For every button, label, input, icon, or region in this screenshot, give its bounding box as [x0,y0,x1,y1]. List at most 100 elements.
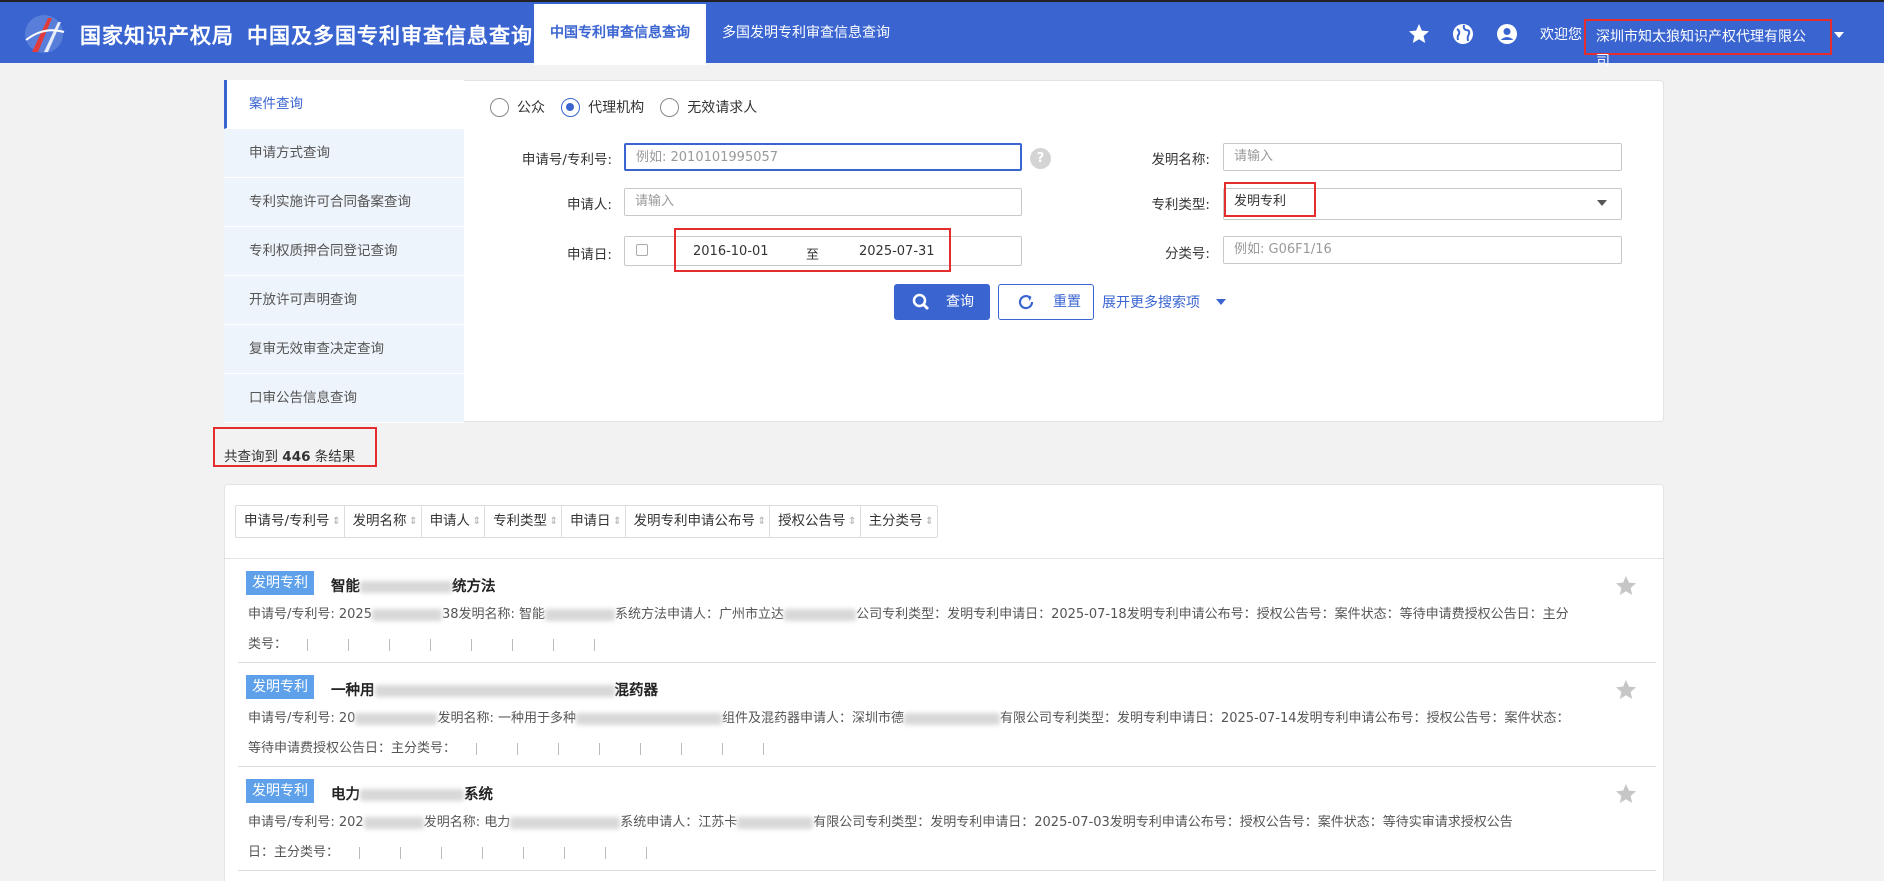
result-title[interactable]: 智能 统方法 [331,575,496,596]
desc-text: 日：主分类号： [248,845,340,860]
highlight-box [1224,182,1316,217]
desc-text: 有限公司专利类型：发明专利申请日：2025-07-14发明专利申请公布号：授权公… [999,711,1570,726]
chevron-down-icon[interactable] [1834,32,1844,38]
desc-text: 公司专利类型：发明专利申请日：2025-07-18发明专利申请公布号：授权公告号… [856,607,1569,622]
result-title-start: 电力 [331,787,360,803]
result-count-prefix: 共查询到 [224,449,278,465]
sort-grant-no[interactable]: 授权公告号 [770,506,861,537]
classification-label: 分类号: [1164,246,1210,262]
patent-type-badge: 发明专利 [246,675,314,699]
filing-date-label: 申请日: [566,247,612,263]
sort-invention-name[interactable]: 发明名称 [345,506,422,537]
applicant-input[interactable]: 请输入 [624,188,1022,216]
chevron-down-icon [1597,200,1607,206]
sort-app-no[interactable]: 申请号/专利号 [236,506,345,537]
highlight-box [674,228,951,272]
radio-public[interactable] [490,97,509,117]
result-title[interactable]: 一种用 混药器 [331,679,658,700]
applicant-label: 申请人: [566,197,612,213]
sort-publication-no[interactable]: 发明专利申请公布号 [626,506,771,537]
invention-name-input[interactable]: 请输入 [1223,143,1622,171]
calendar-icon[interactable] [636,244,648,256]
desc-text: 申请号/专利号: 2025 [248,607,372,622]
welcome-text: 欢迎您 [1540,27,1582,43]
favorite-star-icon[interactable] [1614,574,1638,598]
radio-label-public: 公众 [517,100,545,116]
star-icon[interactable] [1407,22,1431,46]
search-button[interactable]: 查询 [894,284,990,320]
tab-china-patent[interactable]: 中国专利审查信息查询 [534,4,706,65]
redacted-text [575,712,722,725]
search-button-label: 查询 [946,294,974,310]
result-title-end: 混药器 [614,683,659,699]
brand-name: 国家知识产权局 [80,24,234,48]
divider [224,558,1664,559]
account-icon[interactable] [1495,22,1519,46]
radio-invalidation-requester[interactable] [660,97,680,117]
patent-type-badge: 发明专利 [246,571,314,595]
radio-label-agency: 代理机构 [588,100,645,116]
tab-multi-country-patent[interactable]: 多国发明专利审查信息查询 [706,4,906,65]
role-radio-group: 公众 代理机构 无效请求人 [490,97,769,119]
result-count-number: 446 [282,449,311,465]
sort-main-class[interactable]: 主分类号 [861,506,937,537]
desc-text: 申请号/专利号: 20 [248,711,356,726]
redacted-text [363,816,424,829]
redacted-text [355,712,438,725]
sidebar-item-reexamination-decision[interactable]: 复审无效审查决定查询 [224,325,464,374]
sort-applicant[interactable]: 申请人 [422,506,486,537]
sidebar-item-oral-hearing-notice[interactable]: 口审公告信息查询 [224,374,464,423]
sidebar-item-application-method[interactable]: 申请方式查询 [224,129,464,178]
desc-text: 系统申请人：江苏卡 [620,815,738,830]
radio-label-invalidation-requester: 无效请求人 [687,100,758,116]
patent-type-badge: 发明专利 [246,779,314,803]
desc-text: 组件及混药器申请人：深圳市德 [721,711,904,726]
sidebar-item-pledge-contract[interactable]: 专利权质押合同登记查询 [224,227,464,276]
globe-icon[interactable] [1451,22,1475,46]
sidebar-item-open-license[interactable]: 开放许可声明查询 [224,276,464,325]
desc-text: 发明名称: 电力 [423,815,511,830]
expand-more-link[interactable]: 展开更多搜索项 [1102,292,1200,312]
desc-text: 有限公司专利类型：发明专利申请日：2025-07-03发明专利申请公布号：授权公… [813,815,1513,830]
reset-button-label: 重置 [1053,294,1081,310]
redacted-text [545,608,616,621]
redacted-text [903,712,1000,725]
cnipa-logo [25,15,65,53]
sort-bar: 申请号/专利号 发明名称 申请人 专利类型 申请日 发明专利申请公布号 授权公告… [235,505,938,538]
desc-text: 38发明名称: 智能 [441,607,546,622]
top-header: 国家知识产权局 中国及多国专利审查信息查询 中国专利审查信息查询 多国发明专利审… [0,0,1884,69]
redacted-text [784,608,857,621]
sort-patent-type[interactable]: 专利类型 [485,506,563,537]
radio-agency[interactable] [561,97,581,117]
favorite-star-icon[interactable] [1614,678,1638,702]
favorite-star-icon[interactable] [1614,782,1638,806]
redacted-text [374,685,615,697]
divider [238,766,1656,767]
patent-type-label: 专利类型: [1151,197,1210,213]
sort-filing-date[interactable]: 申请日 [562,506,626,537]
result-description: 申请号/专利号: 2025 38发明名称: 智能 系统方法申请人：广州市立达 公司专利… [248,600,1648,660]
reset-button[interactable]: 重置 [998,284,1094,320]
result-description: 申请号/专利号: 202 发明名称: 电力 系统申请人：江苏卡 有限公司专利类型：发明… [248,808,1648,868]
sidebar-item-license-contract[interactable]: 专利实施许可合同备案查询 [224,178,464,227]
result-count: 共查询到 446 条结果 [224,445,355,465]
result-title[interactable]: 电力 系统 [331,783,493,804]
desc-text: 类号： [248,637,288,652]
redacted-text [360,789,464,801]
system-title: 中国及多国专利审查信息查询 [247,24,533,48]
redacted-text [360,581,452,593]
desc-text: 等待申请费授权公告日：主分类号： [248,741,457,756]
desc-text: 发明名称: 一种用于多种 [437,711,576,726]
chevron-down-icon[interactable] [1216,299,1226,305]
help-icon[interactable]: ? [1030,148,1051,169]
user-company-name[interactable]: 深圳市知太狼知识产权代理有限公司 [1584,19,1832,69]
app-no-input[interactable]: 例如: 2010101995057 [624,143,1022,171]
result-title-start: 一种用 [331,683,375,699]
desc-text: 系统方法申请人：广州市立达 [615,607,785,622]
result-title-end: 系统 [464,787,493,803]
result-count-suffix: 条结果 [314,449,356,465]
classification-input[interactable]: 例如: G06F1/16 [1223,236,1622,264]
result-description: 申请号/专利号: 20 发明名称: 一种用于多种 组件及混药器申请人：深圳市德 有限公… [248,704,1648,764]
sidebar-item-case-query[interactable]: 案件查询 [224,80,464,129]
desc-text: 申请号/专利号: 202 [248,815,364,830]
